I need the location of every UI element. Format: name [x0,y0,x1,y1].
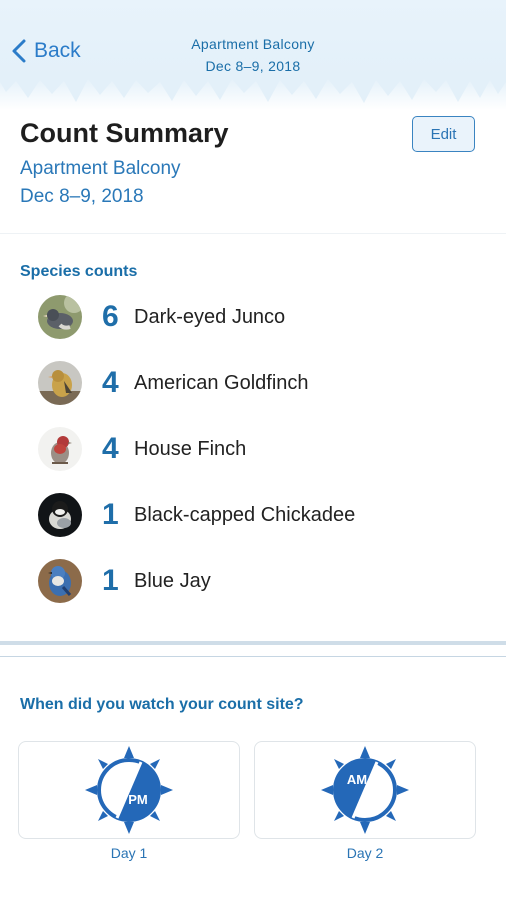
site-dates: Dec 8–9, 2018 [20,186,144,207]
nav-subtitle: Dec 8–9, 2018 [205,58,301,74]
house-finch-photo [38,427,82,471]
day-2-card[interactable]: AM [254,741,476,839]
blue-jay-photo [38,559,82,603]
day-2-label: Day 2 [346,845,384,861]
species-row[interactable]: 4 American Goldfinch [38,360,309,406]
species-row[interactable]: 6 Dark-eyed Junco [38,294,285,340]
sun-dial-icon: PM [85,746,173,834]
divider [0,656,506,657]
species-count: 6 [102,300,119,333]
site-name: Apartment Balcony [20,158,181,179]
species-name: Black-capped Chickadee [134,503,356,526]
day-1-label: Day 1 [110,845,148,861]
period-label: AM [347,772,367,787]
black-capped-chickadee-photo [38,493,82,537]
species-name: Blue Jay [134,569,211,592]
section-divider [0,641,506,645]
watch-question: When did you watch your count site? [20,696,304,713]
sun-dial-icon: AM [321,746,409,834]
species-count: 1 [102,564,119,597]
edit-button[interactable]: Edit [412,116,475,152]
page-title: Count Summary [20,118,229,148]
day-1-card[interactable]: PM [18,741,240,839]
species-count: 4 [102,366,119,399]
species-row[interactable]: 1 Black-capped Chickadee [38,492,355,538]
divider [0,233,506,234]
nav-title: Apartment Balcony [191,36,315,52]
species-name: House Finch [134,437,247,460]
species-name: American Goldfinch [134,371,309,394]
species-section-label: Species counts [20,263,138,280]
species-row[interactable]: 4 House Finch [38,426,246,472]
species-count: 1 [102,498,119,531]
dark-eyed-junco-photo [38,295,82,339]
species-count: 4 [102,432,119,465]
american-goldfinch-photo [38,361,82,405]
period-label: PM [128,792,148,807]
species-row[interactable]: 1 Blue Jay [38,558,211,604]
species-name: Dark-eyed Junco [134,305,286,328]
nav-bar: Back Apartment Balcony Dec 8–9, 2018 [0,0,506,110]
icicle-decoration [0,72,506,103]
